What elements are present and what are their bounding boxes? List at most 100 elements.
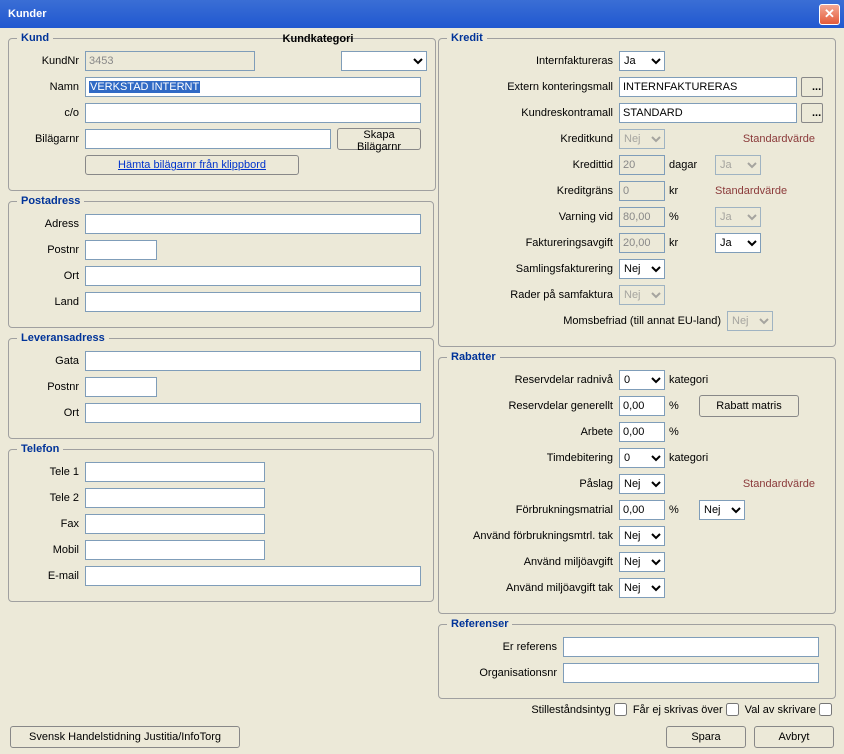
fax-label: Fax [17, 518, 85, 530]
postadress-legend: Postadress [17, 195, 84, 207]
postadress-group: Postadress Adress Postnr Ort Land [8, 195, 434, 328]
lev-postnr-label: Postnr [17, 381, 85, 393]
moms-label: Momsbefriad (till annat EU-land) [447, 315, 727, 327]
forbruk-field[interactable] [619, 500, 665, 520]
tele1-label: Tele 1 [17, 466, 85, 478]
co-field[interactable] [85, 103, 421, 123]
kundkategori-select[interactable] [341, 51, 427, 71]
anvand-forbruk-label: Använd förbrukningsmtrl. tak [447, 530, 619, 542]
kredittid-field [619, 155, 665, 175]
anvand-forbruk-select[interactable]: Nej [619, 526, 665, 546]
anvand-miljo-tak-select[interactable]: Nej [619, 578, 665, 598]
tele2-field[interactable] [85, 488, 265, 508]
skapa-bilagarnr-button[interactable]: Skapa Bilägarnr [337, 128, 421, 150]
kredit-legend: Kredit [447, 32, 487, 44]
extern-lookup-button[interactable]: ... [801, 77, 823, 97]
internfaktureras-label: Internfaktureras [447, 55, 619, 67]
reservdelar-rad-select[interactable]: 0 [619, 370, 665, 390]
anvand-miljo-tak-label: Använd miljöavgift tak [447, 582, 619, 594]
kreditkund-select: Nej [619, 129, 665, 149]
varning-field [619, 207, 665, 227]
fakturering-field [619, 233, 665, 253]
anvand-miljo-label: Använd miljöavgift [447, 556, 619, 568]
arbete-field[interactable] [619, 422, 665, 442]
lev-postnr-field[interactable] [85, 377, 157, 397]
kredittid-std-select: Ja [715, 155, 761, 175]
internfaktureras-select[interactable]: Ja [619, 51, 665, 71]
forbruk-label: Förbrukningsmatrial [447, 504, 619, 516]
samlings-select[interactable]: Nej [619, 259, 665, 279]
fax-field[interactable] [85, 514, 265, 534]
title-bar: Kunder ✕ [0, 0, 844, 28]
std-label-2: Standardvärde [715, 185, 787, 197]
adress-label: Adress [17, 218, 85, 230]
std-label-1: Standardvärde [743, 133, 815, 145]
spara-button[interactable]: Spara [666, 726, 746, 748]
rabatter-legend: Rabatter [447, 351, 500, 363]
tele2-label: Tele 2 [17, 492, 85, 504]
kreditgrans-label: Kreditgräns [447, 185, 619, 197]
stillestand-check[interactable]: Stilleståndsintyg [531, 703, 627, 716]
window-title: Kunder [8, 8, 47, 20]
extern-label: Extern konteringsmall [447, 81, 619, 93]
referenser-legend: Referenser [447, 618, 512, 630]
kundreskontra-field[interactable] [619, 103, 797, 123]
forbruk-std-select[interactable]: Nej [699, 500, 745, 520]
rader-select: Nej [619, 285, 665, 305]
kredit-group: Kredit InternfakturerasJa Extern konteri… [438, 32, 836, 347]
extern-field[interactable] [619, 77, 797, 97]
ort-field[interactable] [85, 266, 421, 286]
gata-field[interactable] [85, 351, 421, 371]
rabatter-group: Rabatter Reservdelar radnivå0kategori Re… [438, 351, 836, 614]
land-field[interactable] [85, 292, 421, 312]
reservdelar-gen-label: Reservdelar generellt [447, 400, 619, 412]
anvand-miljo-select[interactable]: Nej [619, 552, 665, 572]
leveransadress-legend: Leveransadress [17, 332, 109, 344]
far-ej-check[interactable]: Får ej skrivas över [633, 703, 739, 716]
paslag-label: Påslag [447, 478, 619, 490]
avbryt-button[interactable]: Avbryt [754, 726, 834, 748]
er-referens-field[interactable] [563, 637, 819, 657]
fakturering-std-select[interactable]: Ja [715, 233, 761, 253]
kundkategori-label: Kundkategori [275, 33, 361, 45]
samlings-label: Samlingsfakturering [447, 263, 619, 275]
leveransadress-group: Leveransadress Gata Postnr Ort [8, 332, 434, 439]
orgnr-label: Organisationsnr [447, 667, 563, 679]
kundreskontra-label: Kundreskontramall [447, 107, 619, 119]
moms-select: Nej [727, 311, 773, 331]
fakturering-label: Faktureringsavgift [447, 237, 619, 249]
kreditkund-label: Kreditkund [447, 133, 619, 145]
land-label: Land [17, 296, 85, 308]
er-referens-label: Er referens [447, 641, 563, 653]
lev-ort-field[interactable] [85, 403, 421, 423]
varning-std-select: Ja [715, 207, 761, 227]
reservdelar-rad-label: Reservdelar radnivå [447, 374, 619, 386]
orgnr-field[interactable] [563, 663, 819, 683]
bilagarnr-label: Bilägarnr [17, 133, 85, 145]
tele1-field[interactable] [85, 462, 265, 482]
referenser-group: Referenser Er referens Organisationsnr [438, 618, 836, 699]
reservdelar-gen-field[interactable] [619, 396, 665, 416]
mobil-field[interactable] [85, 540, 265, 560]
postnr-label: Postnr [17, 244, 85, 256]
varning-label: Varning vid [447, 211, 619, 223]
email-field[interactable] [85, 566, 421, 586]
telefon-group: Telefon Tele 1 Tele 2 Fax Mobil E-mail [8, 443, 434, 602]
bilagarnr-field[interactable] [85, 129, 331, 149]
hamta-bilagarnr-button[interactable]: Hämta bilägarnr från klippbord [85, 155, 299, 175]
std-label-3: Standardvärde [743, 478, 815, 490]
val-skrivare-check[interactable]: Val av skrivare [745, 703, 832, 716]
close-icon[interactable]: ✕ [819, 4, 840, 25]
kundreskontra-lookup-button[interactable]: ... [801, 103, 823, 123]
timdebitering-select[interactable]: 0 [619, 448, 665, 468]
postnr-field[interactable] [85, 240, 157, 260]
adress-field[interactable] [85, 214, 421, 234]
arbete-label: Arbete [447, 426, 619, 438]
kundnr-label: KundNr [17, 55, 85, 67]
rabatt-matris-button[interactable]: Rabatt matris [699, 395, 799, 417]
paslag-select[interactable]: Nej [619, 474, 665, 494]
justitia-button[interactable]: Svensk Handelstidning Justitia/InfoTorg [10, 726, 240, 748]
namn-field[interactable]: VERKSTAD INTERNT [85, 77, 421, 97]
kund-group: Kund KundNr Kundkategori Namn VERKSTAD I… [8, 32, 436, 191]
mobil-label: Mobil [17, 544, 85, 556]
